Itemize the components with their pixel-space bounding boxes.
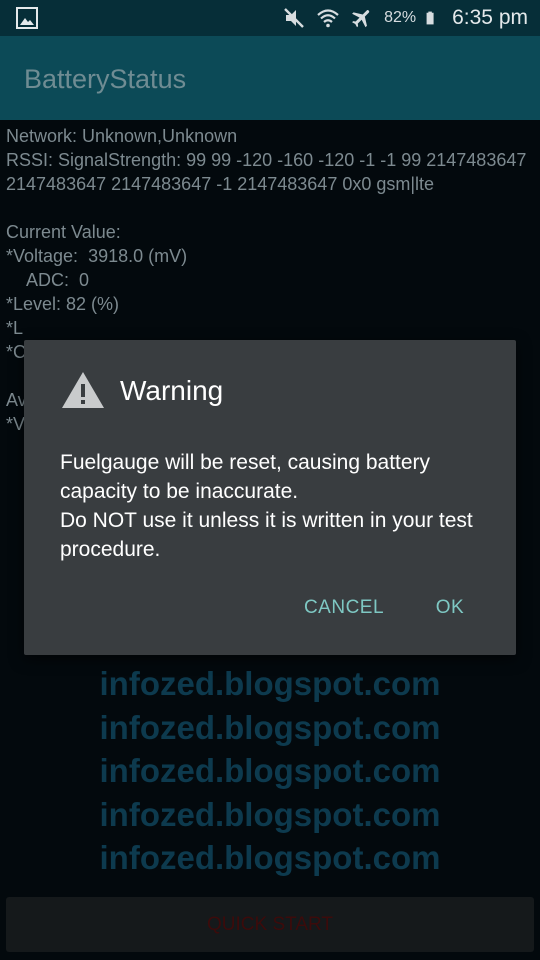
dialog-message: Fuelgauge will be reset, causing battery… <box>60 448 500 564</box>
battery-percent: 82% <box>384 9 417 26</box>
warning-icon <box>62 372 104 408</box>
app-title: BatteryStatus <box>24 64 187 94</box>
watermark-line: infozed.blogspot.com <box>99 665 441 702</box>
cancel-button[interactable]: CANCEL <box>294 590 394 626</box>
rssi-line: RSSI: SignalStrength: 99 99 -120 -160 -1… <box>6 150 527 194</box>
watermark-line: infozed.blogspot.com <box>99 795 441 833</box>
voltage-line: *Voltage: 3918.0 (mV) <box>6 246 188 266</box>
level-line: *Level: 82 (%) <box>6 294 120 314</box>
wifi-icon <box>317 9 339 28</box>
watermark: infozed.blogspot.com infozed.blogspot.co… <box>0 662 540 880</box>
watermark-line: infozed.blogspot.com <box>99 752 441 789</box>
watermark-line: infozed.blogspot.com <box>99 839 441 876</box>
dialog-message-line-2: Do NOT use it unless it is written in yo… <box>60 509 473 561</box>
quick-start-button[interactable]: QUICK START <box>6 897 534 952</box>
clock: 6:35 pm <box>452 6 528 29</box>
dialog-title: Warning <box>120 375 224 406</box>
battery-icon <box>426 11 434 25</box>
warning-dialog: Warning Fuelgauge will be reset, causing… <box>24 340 516 655</box>
mute-icon <box>284 8 304 28</box>
dialog-message-line-1: Fuelgauge will be reset, causing battery… <box>60 451 431 503</box>
airplane-icon <box>352 10 370 28</box>
info-line-5: *L <box>6 318 24 338</box>
ok-button[interactable]: OK <box>422 590 478 626</box>
status-bar: 82% 6:35 pm <box>0 0 540 36</box>
watermark-line: infozed.blogspot.com <box>99 708 441 746</box>
current-value-label: Current Value: <box>6 222 121 242</box>
action-bar: BatteryStatus <box>0 36 540 120</box>
status-icons: 82% 6:35 pm <box>282 0 528 36</box>
gallery-icon <box>16 7 38 29</box>
network-line: Network: Unknown,Unknown <box>6 126 238 146</box>
adc-line: ADC: 0 <box>26 270 90 290</box>
quick-start-label: QUICK START <box>207 913 333 935</box>
